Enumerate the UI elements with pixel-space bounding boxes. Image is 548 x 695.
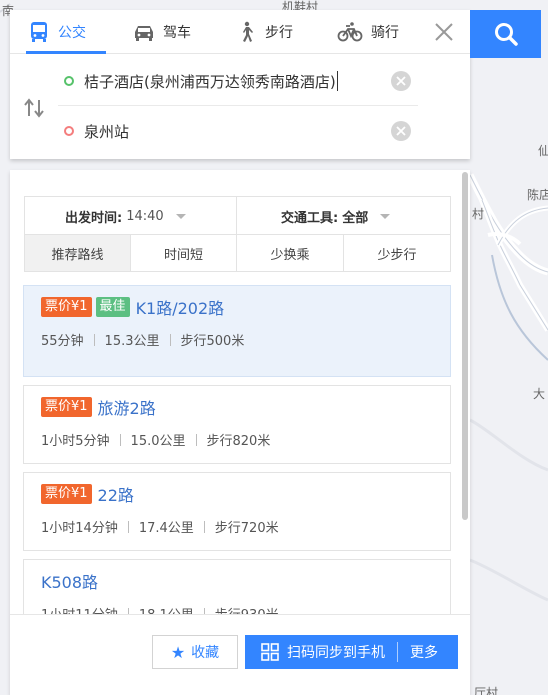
tab-walk[interactable]: 步行 bbox=[235, 10, 293, 54]
filter-dropdowns: 出发时间: 14:40 交通工具: 全部 bbox=[25, 197, 450, 235]
origin-row: 桔子酒店(泉州浦西万达领秀南路酒店) bbox=[58, 58, 418, 106]
fare-badge: 票价¥1 bbox=[41, 297, 92, 317]
route-results-panel: 出发时间: 14:40 交通工具: 全部 推荐路线 时间短 少换乘 少步行 票价… bbox=[10, 170, 470, 695]
swap-origin-destination-button[interactable] bbox=[22, 96, 46, 120]
filter-divider bbox=[236, 197, 237, 235]
map-label-right-4: 大 bbox=[533, 387, 546, 401]
route-meta: 1小时14分钟 17.4公里 步行720米 bbox=[41, 517, 279, 536]
meta-divider bbox=[169, 333, 171, 346]
route-distance: 17.4公里 bbox=[138, 521, 194, 536]
vehicle-type-label: 交通工具: bbox=[281, 210, 339, 226]
tab-fewest-transfers[interactable]: 少换乘 bbox=[237, 235, 344, 271]
close-button[interactable] bbox=[430, 20, 458, 44]
route-walk-distance: 步行500米 bbox=[180, 334, 245, 349]
departure-time-value: 14:40 bbox=[126, 208, 164, 224]
map-label-right-3: 村 bbox=[472, 207, 485, 221]
bicycle-icon bbox=[337, 21, 363, 43]
swap-arrows-icon bbox=[24, 98, 44, 118]
departure-time-dropdown[interactable]: 出发时间: 14:40 bbox=[65, 197, 186, 235]
tab-recommended[interactable]: 推荐路线 bbox=[25, 235, 131, 271]
origin-dot-icon bbox=[64, 76, 74, 86]
route-card[interactable]: 票价¥1 最佳 K1路/202路 55分钟 15.3公里 步行500米 bbox=[23, 285, 451, 377]
map-label-bottom-right: 厅村 bbox=[474, 686, 499, 695]
route-meta: 55分钟 15.3公里 步行500米 bbox=[41, 330, 244, 349]
route-title-row: 票价¥1 22路 bbox=[41, 483, 134, 505]
more-button[interactable]: 更多 bbox=[410, 642, 438, 662]
search-icon bbox=[494, 23, 518, 46]
route-duration: 55分钟 bbox=[41, 334, 84, 349]
route-name-link[interactable]: K508路 bbox=[41, 569, 98, 593]
departure-time-label: 出发时间: bbox=[65, 210, 123, 226]
destination-input-value: 泉州站 bbox=[84, 122, 130, 141]
tab-least-walking[interactable]: 少步行 bbox=[344, 235, 450, 271]
route-title-row: K508路 bbox=[41, 570, 98, 592]
origin-input-value: 桔子酒店(泉州浦西万达领秀南路酒店) bbox=[84, 72, 336, 91]
route-title-row: 票价¥1 旅游2路 bbox=[41, 396, 156, 418]
walking-icon bbox=[235, 21, 257, 43]
meta-divider bbox=[127, 520, 129, 533]
route-walk-distance: 步行720米 bbox=[214, 521, 279, 536]
fare-badge: 票价¥1 bbox=[41, 397, 92, 417]
active-tab-indicator bbox=[26, 51, 106, 54]
favorite-button[interactable]: ★ 收藏 bbox=[152, 635, 238, 669]
text-caret bbox=[336, 71, 338, 91]
meta-divider bbox=[195, 433, 197, 446]
route-search-panel: 公交 驾车 步行 骑行 桔子酒店(泉州浦西万达领秀南路酒店) 泉州站 bbox=[10, 10, 470, 159]
search-button[interactable] bbox=[470, 10, 541, 58]
map-label-right-2: 陈店 bbox=[527, 188, 548, 202]
tab-bus-label: 公交 bbox=[58, 25, 86, 41]
destination-dot-icon bbox=[64, 126, 74, 136]
scan-sync-to-phone-button[interactable]: 扫码同步到手机 更多 bbox=[245, 635, 458, 669]
qr-code-icon bbox=[261, 643, 279, 661]
origin-input[interactable]: 桔子酒店(泉州浦西万达领秀南路酒店) bbox=[84, 58, 389, 104]
clear-origin-button[interactable] bbox=[391, 71, 411, 91]
route-duration: 1小时5分钟 bbox=[41, 434, 110, 449]
route-name-link[interactable]: 22路 bbox=[98, 482, 134, 506]
meta-divider bbox=[203, 520, 205, 533]
tab-drive[interactable]: 驾车 bbox=[133, 10, 191, 54]
destination-row: 泉州站 bbox=[58, 108, 418, 156]
route-name-link[interactable]: K1路/202路 bbox=[136, 295, 225, 319]
action-bar: ★ 收藏 扫码同步到手机 更多 bbox=[10, 614, 470, 695]
meta-divider bbox=[119, 433, 121, 446]
chevron-down-icon bbox=[380, 213, 391, 219]
close-icon bbox=[435, 23, 453, 41]
route-card[interactable]: 票价¥1 旅游2路 1小时5分钟 15.0公里 步行820米 bbox=[23, 385, 451, 464]
route-distance: 15.3公里 bbox=[104, 334, 160, 349]
tab-drive-label: 驾车 bbox=[163, 25, 191, 41]
clear-destination-button[interactable] bbox=[391, 121, 411, 141]
route-title-row: 票价¥1 最佳 K1路/202路 bbox=[41, 296, 224, 318]
map-label-right-1: 仙 bbox=[538, 144, 548, 158]
route-filter-box: 出发时间: 14:40 交通工具: 全部 推荐路线 时间短 少换乘 少步行 bbox=[24, 196, 451, 272]
scan-sync-label: 扫码同步到手机 bbox=[287, 645, 385, 661]
meta-divider bbox=[93, 333, 95, 346]
favorite-label: 收藏 bbox=[191, 645, 220, 661]
vehicle-type-dropdown[interactable]: 交通工具: 全部 bbox=[281, 197, 391, 235]
tab-bus[interactable]: 公交 bbox=[28, 10, 86, 54]
destination-input[interactable]: 泉州站 bbox=[84, 108, 389, 154]
route-distance: 15.0公里 bbox=[130, 434, 186, 449]
route-duration: 1小时14分钟 bbox=[41, 521, 118, 536]
bus-icon bbox=[28, 21, 50, 43]
fare-badge: 票价¥1 bbox=[41, 484, 92, 504]
clear-icon bbox=[396, 76, 406, 86]
tab-shortest-time[interactable]: 时间短 bbox=[131, 235, 237, 271]
best-badge: 最佳 bbox=[95, 297, 130, 317]
route-name-link[interactable]: 旅游2路 bbox=[98, 395, 156, 419]
sort-tabs: 推荐路线 时间短 少换乘 少步行 bbox=[25, 235, 450, 271]
tab-bike-label: 骑行 bbox=[371, 25, 399, 41]
transport-mode-tabs: 公交 驾车 步行 骑行 bbox=[10, 10, 470, 54]
route-card[interactable]: 票价¥1 22路 1小时14分钟 17.4公里 步行720米 bbox=[23, 472, 451, 551]
car-icon bbox=[133, 21, 155, 43]
chevron-down-icon bbox=[175, 213, 186, 219]
vehicle-type-value: 全部 bbox=[342, 210, 369, 226]
tab-walk-label: 步行 bbox=[265, 25, 293, 41]
star-icon: ★ bbox=[170, 642, 186, 662]
results-scrollbar[interactable] bbox=[462, 172, 468, 520]
route-walk-distance: 步行820米 bbox=[206, 434, 271, 449]
button-divider bbox=[397, 642, 398, 662]
clear-icon bbox=[396, 126, 406, 136]
tab-bike[interactable]: 骑行 bbox=[337, 10, 399, 54]
route-meta: 1小时5分钟 15.0公里 步行820米 bbox=[41, 430, 270, 449]
